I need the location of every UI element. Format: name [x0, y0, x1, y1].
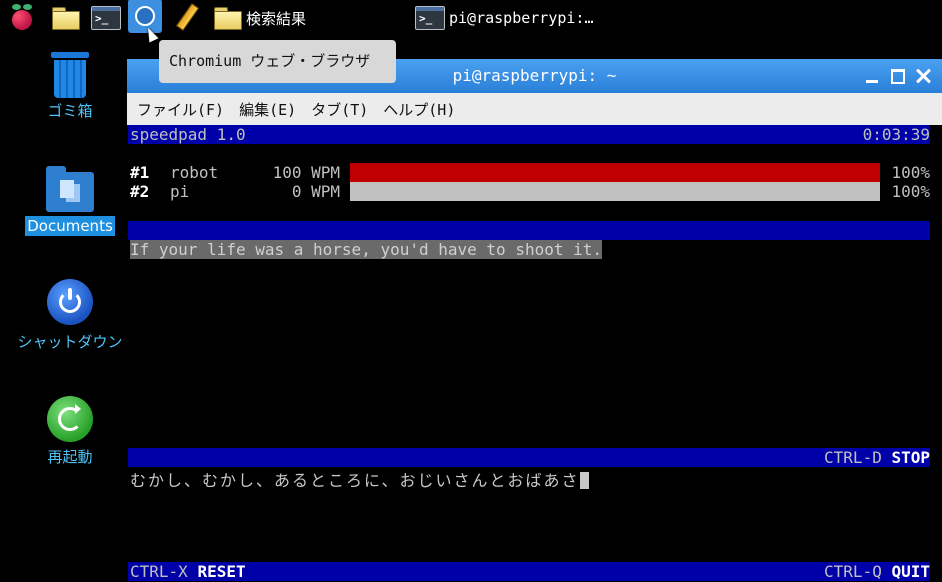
raspberry-icon	[9, 4, 35, 32]
taskbar-window-label: pi@raspberrypi:…	[449, 9, 594, 27]
app-title: speedpad 1.0	[130, 125, 246, 144]
folder-icon	[214, 7, 242, 30]
close-icon[interactable]	[914, 67, 932, 85]
player-rank: #2	[130, 182, 150, 201]
desktop-icon-label: 再起動	[47, 448, 93, 466]
documents-folder-icon	[46, 166, 94, 212]
player-percent: 100%	[891, 163, 930, 182]
menu-file[interactable]: ファイル(F)	[137, 99, 224, 120]
raspberry-menu-button[interactable]	[9, 3, 35, 33]
footer-bar: CTRL-X RESET CTRL-Q QUIT	[128, 562, 930, 581]
quit-label: QUIT	[891, 562, 930, 581]
text-editor-button[interactable]	[172, 3, 198, 33]
terminal-launcher-button[interactable]: >_	[91, 3, 121, 33]
reset-label: RESET	[197, 562, 246, 581]
typing-input[interactable]: むかし、むかし、あるところに、おじいさんとおばあさ	[130, 467, 589, 491]
menu-tab[interactable]: タブ(T)	[311, 99, 368, 120]
player-rank: #1	[130, 163, 150, 182]
player-row: #2 pi 0 WPM 100%	[128, 182, 930, 201]
file-manager-button[interactable]	[52, 3, 80, 33]
target-sentence: If your life was a horse, you'd have to …	[130, 240, 603, 259]
folder-icon	[52, 7, 80, 30]
race-timer: 0:03:39	[862, 125, 930, 144]
stop-label: STOP	[891, 448, 930, 467]
power-icon	[47, 279, 93, 325]
quit-shortcut: CTRL-Q	[824, 562, 882, 581]
reset-shortcut: CTRL-X	[130, 562, 188, 581]
stop-shortcut: CTRL-D	[824, 448, 882, 467]
app-header-bar: speedpad 1.0 0:03:39	[128, 125, 930, 144]
player-name: robot	[170, 163, 219, 182]
tooltip: Chromium ウェブ・ブラウザ	[159, 40, 396, 83]
terminal-icon: >_	[91, 6, 121, 30]
desktop-icon-trash[interactable]: ゴミ箱	[0, 52, 140, 121]
progress-fill	[350, 163, 880, 182]
pencil-icon	[172, 5, 198, 31]
trash-icon	[51, 52, 89, 100]
player-wpm: 100 WPM	[272, 163, 340, 182]
text-caret	[579, 472, 589, 489]
terminal-screen[interactable]: speedpad 1.0 0:03:39 #1 robot 100 WPM 10…	[128, 125, 942, 582]
maximize-icon[interactable]	[889, 67, 907, 85]
terminal-window: pi@raspberrypi: ~ ファイル(F) 編集(E) タブ(T) ヘル…	[127, 59, 942, 582]
desktop-icon-shutdown[interactable]: シャットダウン	[0, 279, 140, 352]
sentence-separator-bar	[128, 221, 930, 240]
desktop-icon-reboot[interactable]: 再起動	[0, 396, 140, 467]
reboot-icon	[47, 396, 93, 442]
desktop-icon-label: シャットダウン	[17, 333, 123, 351]
terminal-icon: >_	[415, 6, 445, 30]
menu-edit[interactable]: 編集(E)	[239, 99, 296, 120]
player-progress-bar	[350, 163, 880, 182]
player-percent: 100%	[891, 182, 930, 201]
player-progress-bar	[350, 182, 880, 201]
player-row: #1 robot 100 WPM 100%	[128, 163, 930, 182]
player-name: pi	[170, 182, 190, 201]
target-sentence-text: If your life was a horse, you'd have to …	[130, 240, 603, 259]
taskbar-window-terminal[interactable]: >_ pi@raspberrypi:…	[415, 3, 594, 33]
desktop-icon-documents[interactable]: Documents	[0, 166, 140, 236]
menu-bar: ファイル(F) 編集(E) タブ(T) ヘルプ(H)	[127, 93, 942, 125]
taskbar-window-label: 検索結果	[246, 9, 307, 28]
desktop-icon-label: Documents	[25, 216, 115, 236]
minimize-icon[interactable]	[864, 67, 882, 85]
taskbar: >_ 検索結果 >_ pi@raspberrypi:…	[0, 0, 942, 36]
player-wpm: 0 WPM	[291, 182, 340, 201]
chromium-launcher-button[interactable]	[128, 0, 162, 33]
input-header-bar: CTRL-D STOP	[128, 448, 930, 467]
desktop-icon-label: ゴミ箱	[47, 102, 93, 120]
menu-help[interactable]: ヘルプ(H)	[383, 99, 455, 120]
chromium-icon	[135, 6, 155, 26]
taskbar-window-search-results[interactable]: 検索結果	[214, 3, 306, 33]
typed-text: むかし、むかし、あるところに、おじいさんとおばあさ	[130, 471, 580, 490]
progress-fill	[350, 182, 880, 201]
